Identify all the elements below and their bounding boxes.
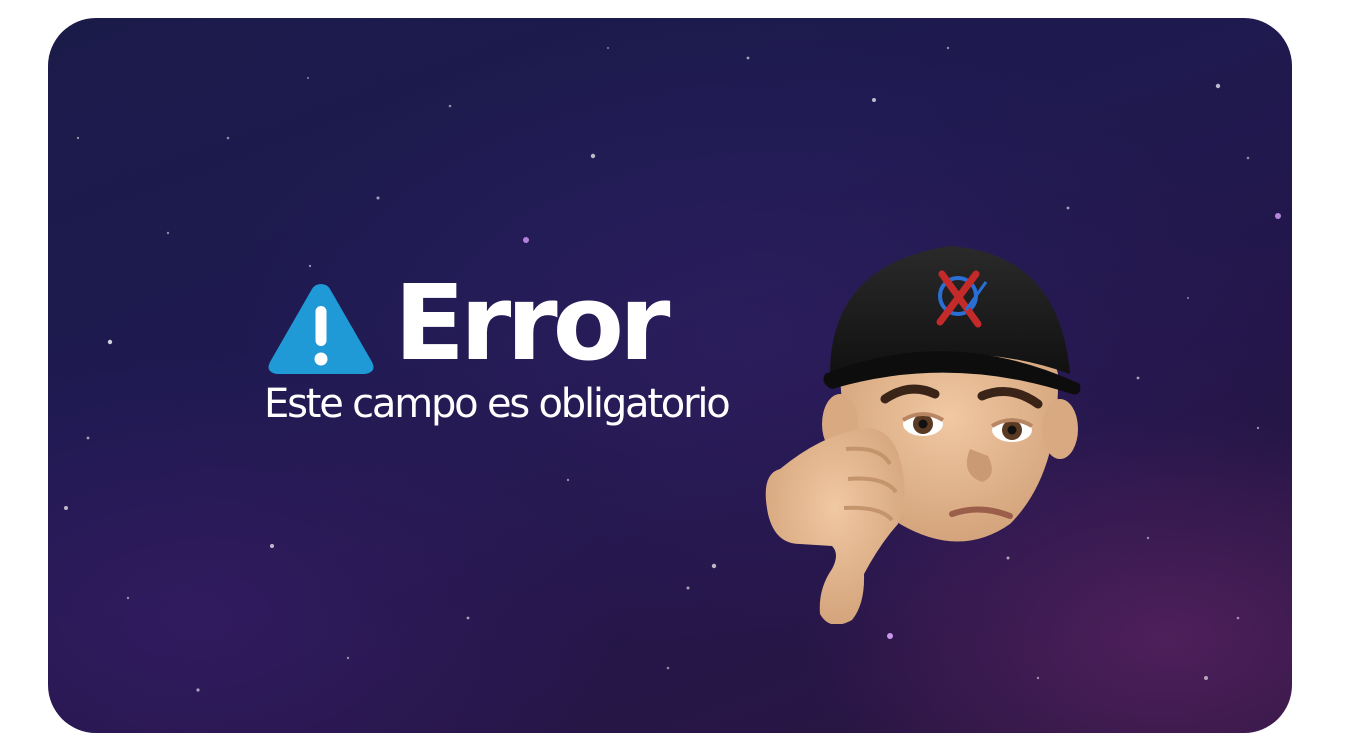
starfield-background xyxy=(64,46,1281,692)
error-title: Error xyxy=(394,262,670,384)
warning-triangle-icon xyxy=(268,284,374,374)
error-headline: Error xyxy=(266,262,670,384)
error-message: Este campo es obligatorio xyxy=(264,381,731,427)
error-card: Error Este campo es obligatorio xyxy=(48,18,1292,733)
thumbs-down-avatar xyxy=(765,246,1081,624)
